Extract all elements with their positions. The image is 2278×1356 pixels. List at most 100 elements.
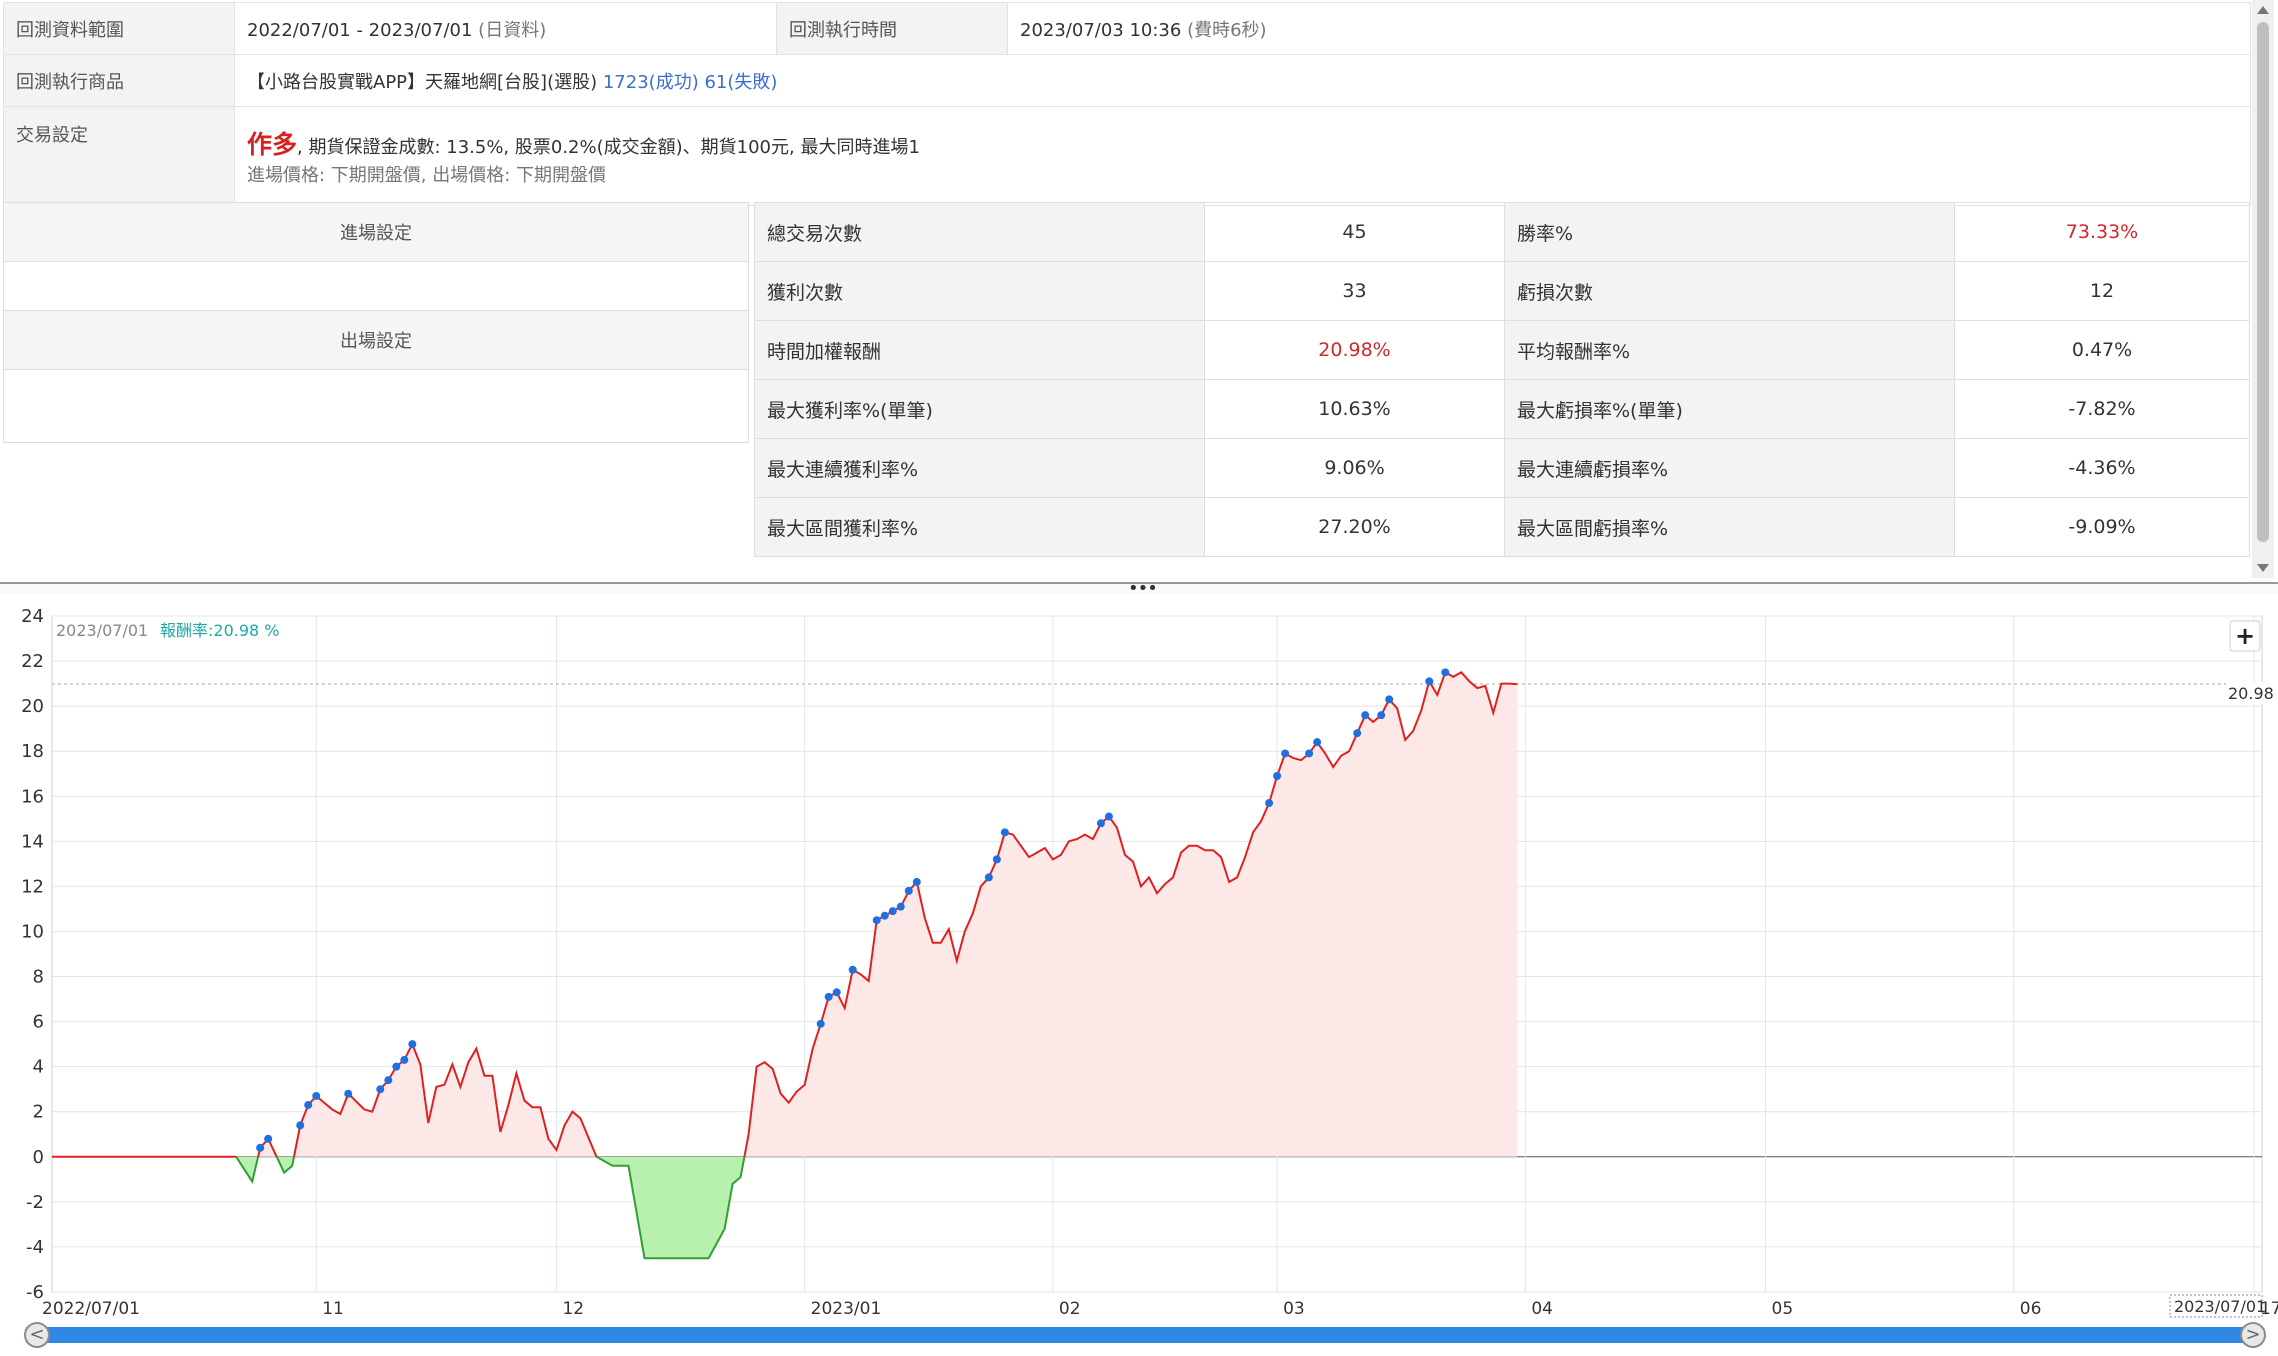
navigator-right-arrow-icon[interactable]: > bbox=[2240, 1322, 2266, 1348]
trade-marker bbox=[1377, 711, 1386, 720]
stat-value: -9.09% bbox=[1954, 497, 2250, 557]
stat-value: 27.20% bbox=[1204, 497, 1505, 557]
y-tick-label: 4 bbox=[33, 1057, 44, 1078]
trade-marker bbox=[1281, 749, 1290, 758]
y-tick-label: 10 bbox=[21, 921, 44, 942]
trade-marker bbox=[312, 1091, 321, 1100]
stat-label: 最大區間虧損率% bbox=[1504, 497, 1955, 557]
trade-marker bbox=[256, 1143, 265, 1152]
stat-value: 45 bbox=[1204, 202, 1505, 262]
stats-row: 最大獲利率%(單筆) 10.63% 最大虧損率%(單筆) -7.82% bbox=[754, 379, 2250, 439]
settings-panel: 進場設定 出場設定 bbox=[3, 202, 749, 443]
stats-row: 最大區間獲利率% 27.20% 最大區間虧損率% -9.09% bbox=[754, 497, 2250, 557]
scroll-down-arrow-icon[interactable] bbox=[2257, 564, 2269, 572]
chart-header-return: 報酬率:20.98 % bbox=[160, 621, 280, 640]
exec-time-label: 回測執行時間 bbox=[776, 2, 1008, 55]
y-tick-label: 16 bbox=[21, 786, 44, 807]
product-success-link[interactable]: 1723(成功) bbox=[603, 72, 699, 93]
trade-marker bbox=[984, 873, 993, 882]
y-tick-label: 8 bbox=[33, 967, 44, 988]
zoom-plus-icon: + bbox=[2235, 622, 2255, 650]
backtest-info-table: 回測資料範圍 2022/07/01 - 2023/07/01 (日資料) 回測執… bbox=[3, 2, 2251, 206]
exit-settings-header: 出場設定 bbox=[4, 311, 748, 370]
trade-price: 進場價格: 下期開盤價, 出場價格: 下期開盤價 bbox=[247, 165, 607, 186]
vertical-scrollbar[interactable] bbox=[2252, 0, 2274, 578]
product-fail-link[interactable]: 61(失敗) bbox=[704, 72, 777, 93]
x-tick-label: 04 bbox=[1531, 1299, 1553, 1319]
stat-value: -7.82% bbox=[1954, 379, 2250, 439]
y-tick-label: 22 bbox=[21, 651, 44, 672]
trade-marker bbox=[344, 1089, 353, 1098]
y-tick-label: -2 bbox=[26, 1192, 44, 1213]
navigator-range-bar[interactable] bbox=[26, 1327, 2256, 1343]
exit-settings-body bbox=[4, 370, 748, 445]
trade-marker bbox=[392, 1062, 401, 1071]
trade-marker bbox=[296, 1121, 305, 1130]
trade-detail: , 期貨保證金成數: 13.5%, 股票0.2%(成交金額)、期貨100元, 最… bbox=[297, 137, 920, 158]
y-tick-label: 2 bbox=[33, 1102, 44, 1123]
trade-marker bbox=[888, 907, 897, 916]
scroll-up-arrow-icon[interactable] bbox=[2257, 6, 2269, 14]
stat-label: 時間加權報酬 bbox=[754, 320, 1205, 380]
trade-marker bbox=[832, 988, 841, 997]
trade-marker bbox=[1265, 799, 1274, 808]
range-label: 回測資料範圍 bbox=[3, 2, 235, 55]
trade-cell: 作多, 期貨保證金成數: 13.5%, 股票0.2%(成交金額)、期貨100元,… bbox=[234, 106, 2251, 206]
return-chart: 242220181614121086420-2-4-611 12 2023/01 02… bbox=[21, 606, 2278, 1319]
entry-settings-header: 進場設定 bbox=[4, 203, 748, 262]
trade-marker bbox=[1096, 819, 1105, 828]
trade-marker bbox=[376, 1085, 385, 1094]
stats-row: 總交易次數 45 勝率% 73.33% bbox=[754, 202, 2250, 262]
exec-time-cell: 2023/07/03 10:36 (費時6秒) bbox=[1007, 2, 2251, 55]
trade-marker bbox=[848, 965, 857, 974]
x-tick-label: 12 bbox=[562, 1299, 584, 1319]
product-cell: 【小路台股實戰APP】天羅地網[台股](選股) 1723(成功) 61(失敗) bbox=[234, 54, 2251, 107]
y-tick-label: 20 bbox=[21, 696, 44, 717]
exec-time-value: 2023/07/03 10:36 bbox=[1020, 19, 1182, 41]
trade-marker bbox=[408, 1040, 417, 1049]
chart-header-date: 2023/07/01 bbox=[56, 621, 148, 640]
y-tick-label: 18 bbox=[21, 741, 44, 762]
x-tick-label: 03 bbox=[1283, 1299, 1305, 1319]
x-tick-label: 06 bbox=[2020, 1299, 2042, 1319]
stat-label: 最大獲利率%(單筆) bbox=[754, 379, 1205, 439]
last-value-label: 20.98 bbox=[2228, 684, 2274, 703]
stat-value: 0.47% bbox=[1954, 320, 2250, 380]
trade-marker bbox=[1305, 749, 1314, 758]
stat-value: 73.33% bbox=[1954, 202, 2250, 262]
x-tick-label: 02 bbox=[1059, 1299, 1081, 1319]
stat-label: 最大連續獲利率% bbox=[754, 438, 1205, 498]
trade-marker bbox=[896, 902, 905, 911]
product-value: 【小路台股實戰APP】天羅地網[台股](選股) bbox=[247, 71, 598, 93]
stat-label: 勝率% bbox=[1504, 202, 1955, 262]
stat-value: 20.98% bbox=[1204, 320, 1505, 380]
trade-marker bbox=[912, 877, 921, 886]
panel-splitter[interactable]: ••• bbox=[0, 580, 2278, 598]
stat-label: 總交易次數 bbox=[754, 202, 1205, 262]
trade-marker bbox=[816, 1019, 825, 1028]
y-tick-label: 0 bbox=[33, 1147, 44, 1168]
trade-marker bbox=[880, 911, 889, 920]
stat-label: 虧損次數 bbox=[1504, 261, 1955, 321]
y-tick-label: 6 bbox=[33, 1012, 44, 1033]
x-tick-label: 05 bbox=[1772, 1299, 1794, 1319]
trade-marker bbox=[400, 1055, 409, 1064]
stat-value: 9.06% bbox=[1204, 438, 1505, 498]
stat-label: 平均報酬率% bbox=[1504, 320, 1955, 380]
end-date-label: 2023/07/01 bbox=[2174, 1297, 2266, 1316]
trade-marker bbox=[872, 916, 881, 925]
stat-value: 12 bbox=[1954, 261, 2250, 321]
trade-marker bbox=[264, 1134, 273, 1143]
trade-marker bbox=[1353, 729, 1362, 738]
stat-label: 獲利次數 bbox=[754, 261, 1205, 321]
scrollbar-thumb[interactable] bbox=[2257, 22, 2269, 542]
stats-row: 時間加權報酬 20.98% 平均報酬率% 0.47% bbox=[754, 320, 2250, 380]
trade-marker bbox=[1273, 771, 1282, 780]
stat-label: 最大區間獲利率% bbox=[754, 497, 1205, 557]
splitter-grip-icon[interactable]: ••• bbox=[1128, 580, 1158, 598]
navigator-left-arrow-icon[interactable]: < bbox=[24, 1322, 50, 1348]
product-label: 回測執行商品 bbox=[3, 54, 235, 107]
stat-label: 最大連續虧損率% bbox=[1504, 438, 1955, 498]
range-note: (日資料) bbox=[478, 19, 547, 41]
y-tick-label: -4 bbox=[26, 1237, 44, 1258]
